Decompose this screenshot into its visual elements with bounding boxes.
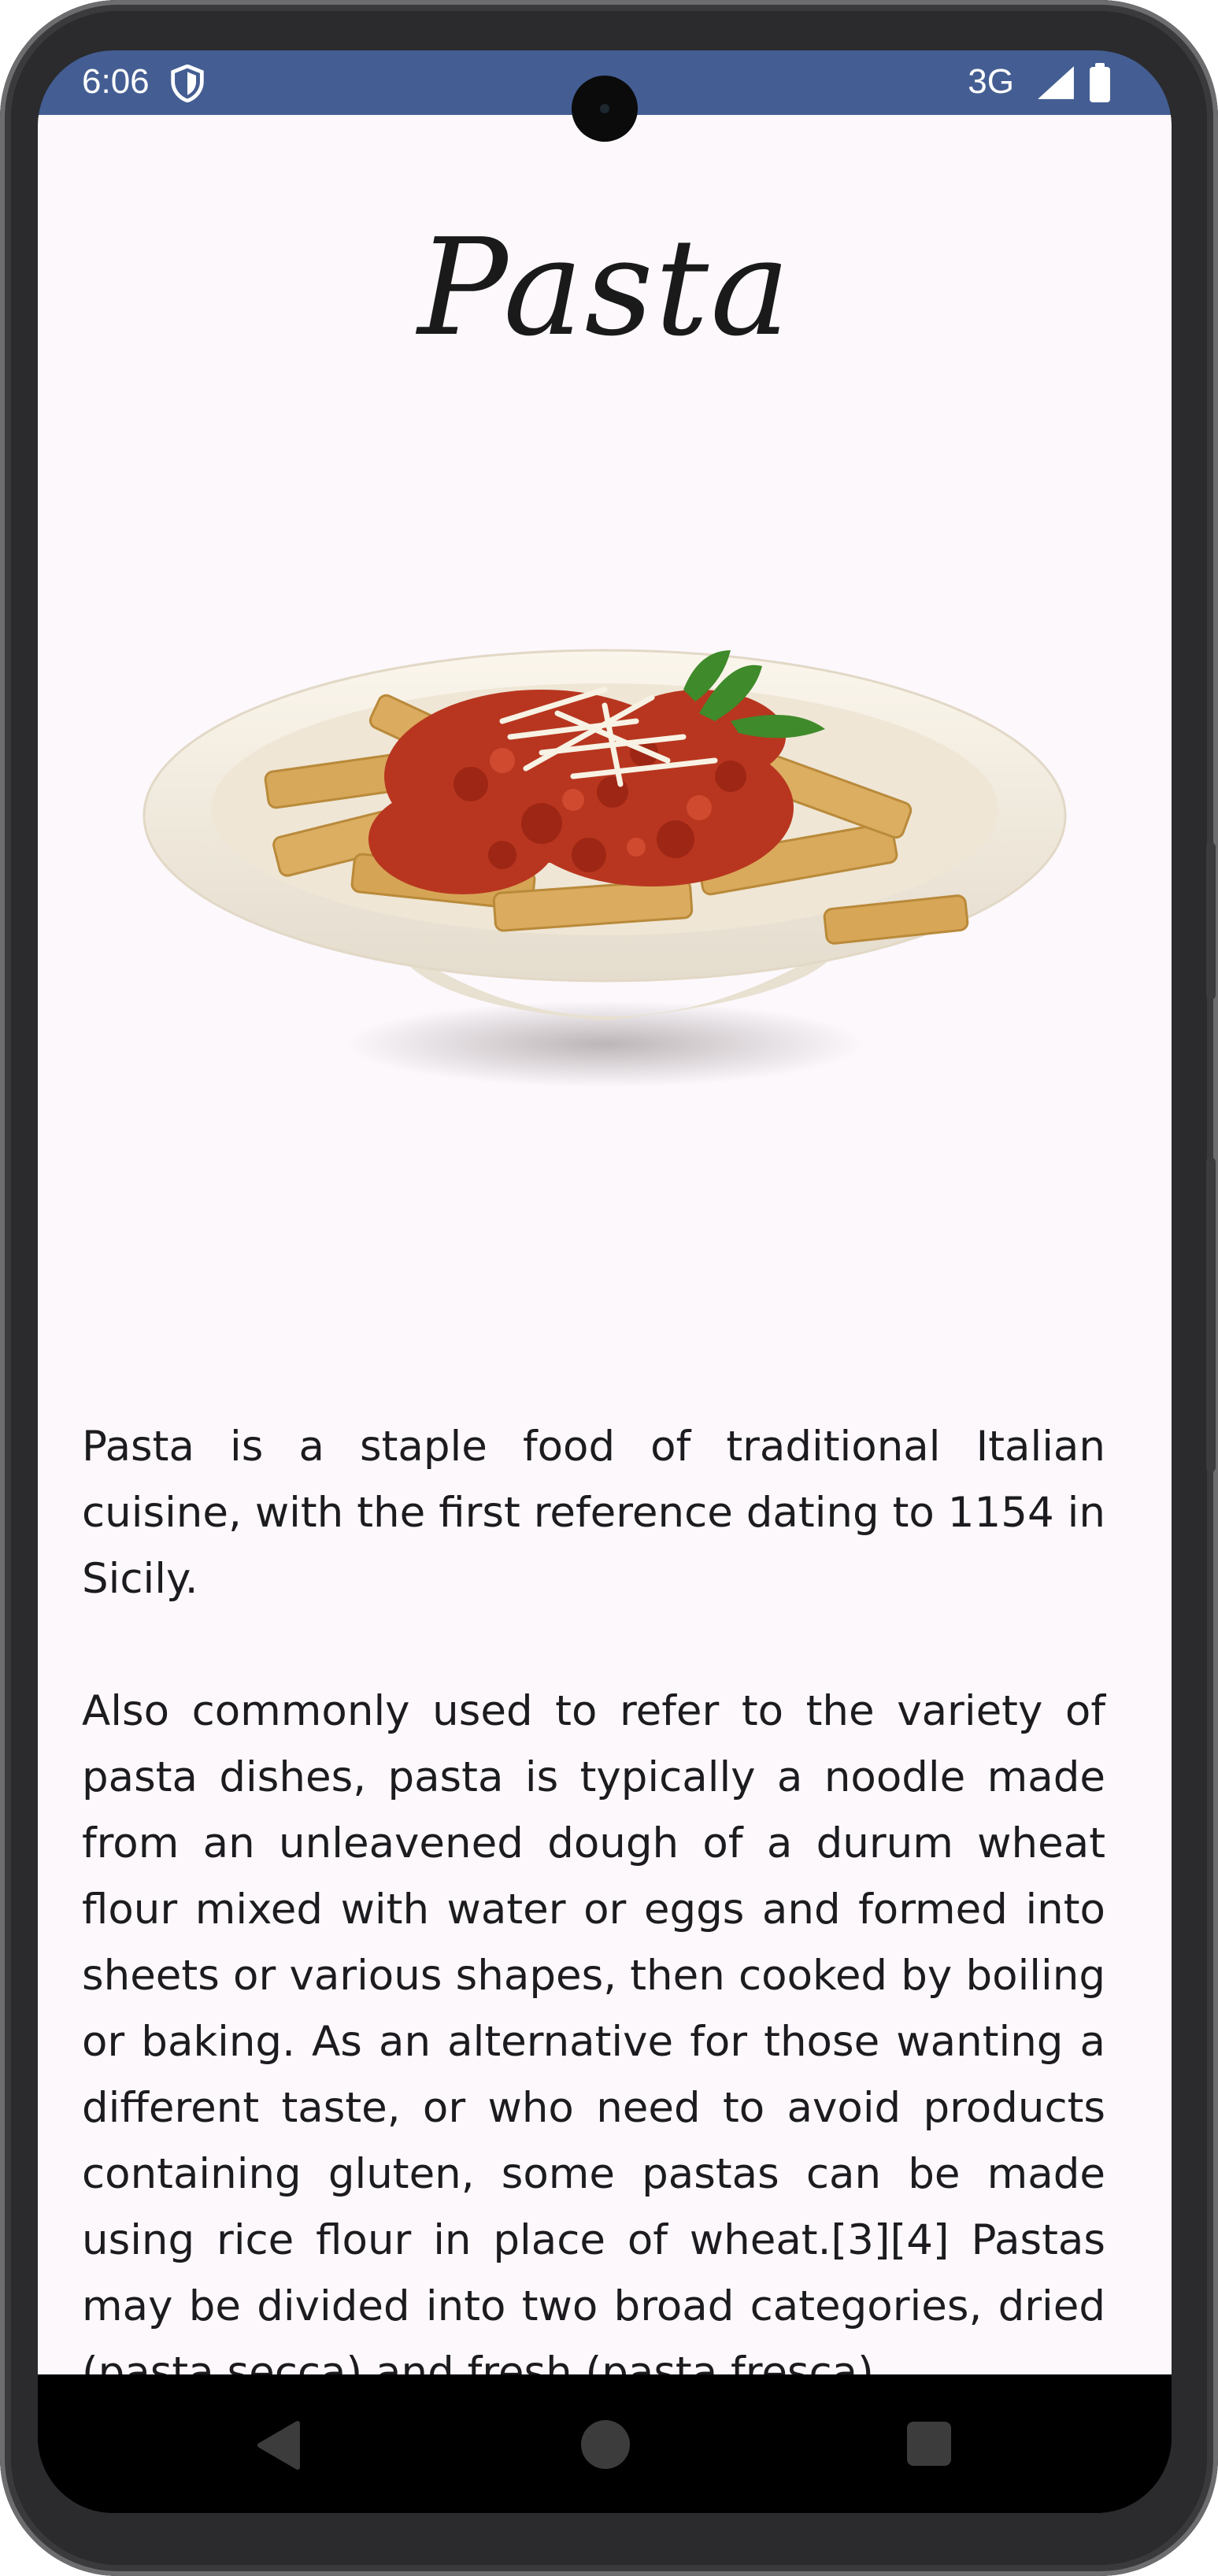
screen: 6:06 3G Pasta Pasta is a staple food of …	[38, 50, 1172, 2513]
pasta-dish-image	[143, 649, 1067, 1087]
description: Pasta is a staple food of traditional It…	[82, 1414, 1105, 2374]
description-paragraph-1: Pasta is a staple food of traditional It…	[82, 1423, 1105, 1603]
signal-icon	[1038, 66, 1074, 99]
network-type: 3G	[968, 62, 1014, 101]
main-content[interactable]: Pasta Pasta is a staple food of traditio…	[38, 115, 1172, 2374]
shield-icon	[171, 65, 204, 102]
status-time: 6:06	[82, 62, 150, 101]
page-title: Pasta	[417, 210, 792, 366]
description-paragraph-2: Also commonly used to refer to the varie…	[82, 1687, 1105, 2374]
battery-icon	[1090, 63, 1110, 102]
phone-frame: 6:06 3G Pasta Pasta is a staple food of …	[0, 0, 1218, 2576]
navigation-bar	[38, 2374, 1172, 2513]
volume-button	[1206, 1157, 1216, 1472]
recents-icon[interactable]	[907, 2422, 951, 2466]
front-camera	[572, 76, 638, 142]
home-icon[interactable]	[581, 2420, 630, 2469]
power-button	[1206, 842, 1216, 1000]
back-icon[interactable]	[255, 2420, 302, 2471]
